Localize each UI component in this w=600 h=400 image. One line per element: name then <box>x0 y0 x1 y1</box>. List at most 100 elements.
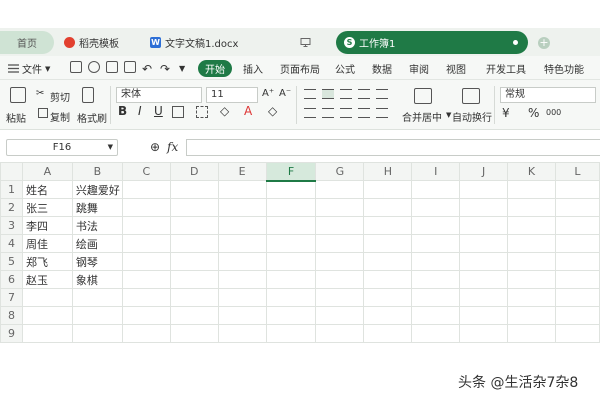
print-preview-icon[interactable] <box>88 61 100 73</box>
cell[interactable] <box>315 288 365 307</box>
menu-developer[interactable]: 开发工具 <box>486 60 526 77</box>
menu-special[interactable]: 特色功能 <box>544 60 584 77</box>
cell[interactable] <box>554 270 600 289</box>
cell-b[interactable]: 兴趣爱好 <box>71 180 123 199</box>
cell[interactable] <box>411 252 461 271</box>
row-header[interactable]: 7 <box>0 288 23 307</box>
percent-button[interactable]: % <box>528 106 539 120</box>
export-icon[interactable] <box>124 61 136 73</box>
cell-b[interactable] <box>71 324 123 343</box>
cell-a[interactable] <box>21 288 73 307</box>
align-top-icon[interactable] <box>304 89 316 99</box>
cell-a[interactable]: 赵玉 <box>21 270 73 289</box>
column-header-g[interactable]: G <box>315 162 365 181</box>
column-header-e[interactable]: E <box>217 162 267 181</box>
cell[interactable] <box>459 216 509 235</box>
cell[interactable] <box>554 180 600 199</box>
row-header[interactable]: 8 <box>0 306 23 325</box>
merge-center-button[interactable]: 合并居中 <box>402 109 442 124</box>
cell[interactable] <box>507 180 556 199</box>
scissors-icon[interactable]: ✂ <box>36 88 44 99</box>
fill-pattern-icon[interactable] <box>196 106 208 118</box>
cell[interactable] <box>315 270 365 289</box>
cell[interactable] <box>169 180 219 199</box>
cell[interactable] <box>363 234 413 253</box>
tab-screen[interactable] <box>300 31 314 54</box>
quick-access-dropdown-icon[interactable]: ▼ <box>179 60 185 77</box>
cut-button[interactable]: 剪切 <box>50 89 70 104</box>
cell-a[interactable]: 张三 <box>21 198 73 217</box>
cell[interactable] <box>121 252 171 271</box>
indent-increase-icon[interactable] <box>376 89 388 99</box>
cell-b[interactable] <box>71 306 123 325</box>
column-header-f[interactable]: F <box>265 162 317 182</box>
cell[interactable] <box>265 198 317 217</box>
cell-b[interactable] <box>71 288 123 307</box>
wrap-text-button[interactable]: 自动换行 <box>452 109 492 124</box>
formula-input[interactable] <box>186 139 600 156</box>
cell-a[interactable]: 李四 <box>21 216 73 235</box>
cell-a[interactable] <box>21 306 73 325</box>
align-left-icon[interactable] <box>304 108 316 118</box>
column-header-k[interactable]: K <box>507 162 556 181</box>
cell[interactable] <box>315 324 365 343</box>
cell[interactable] <box>217 288 267 307</box>
cell[interactable] <box>217 324 267 343</box>
cell[interactable] <box>169 252 219 271</box>
cell[interactable] <box>217 216 267 235</box>
merge-cells-icon[interactable] <box>414 88 432 104</box>
cell-a[interactable]: 姓名 <box>21 180 73 199</box>
row-header[interactable]: 9 <box>0 324 23 343</box>
cell[interactable] <box>265 306 317 325</box>
format-painter-button[interactable]: 格式刷 <box>77 110 107 125</box>
brush-icon[interactable] <box>82 87 94 103</box>
fill-color-icon[interactable]: ◇ <box>220 104 229 118</box>
menu-formulas[interactable]: 公式 <box>335 60 355 77</box>
paste-icon[interactable] <box>10 87 26 103</box>
cell[interactable] <box>121 216 171 235</box>
print-icon[interactable] <box>106 61 118 73</box>
cell[interactable] <box>265 180 317 199</box>
cell-a[interactable] <box>21 324 73 343</box>
shrink-font-button[interactable]: A⁻ <box>279 88 291 99</box>
justify-icon[interactable] <box>358 108 370 118</box>
cell[interactable] <box>363 306 413 325</box>
cell[interactable] <box>121 270 171 289</box>
cell[interactable] <box>121 288 171 307</box>
cell[interactable] <box>315 234 365 253</box>
indent-decrease-icon[interactable] <box>358 89 370 99</box>
cell[interactable] <box>554 324 600 343</box>
cell[interactable] <box>169 288 219 307</box>
italic-button[interactable]: I <box>138 104 142 118</box>
column-header-d[interactable]: D <box>169 162 219 181</box>
menu-view[interactable]: 视图 <box>446 60 466 77</box>
column-header-h[interactable]: H <box>363 162 413 181</box>
cell[interactable] <box>217 270 267 289</box>
cell[interactable] <box>315 252 365 271</box>
merge-dropdown-icon[interactable]: ▼ <box>446 111 451 119</box>
eraser-icon[interactable]: ◇ <box>268 104 277 118</box>
cell[interactable] <box>507 306 556 325</box>
cell[interactable] <box>363 216 413 235</box>
name-box[interactable]: F16 ▼ <box>6 139 118 156</box>
menu-home[interactable]: 开始 <box>198 60 232 77</box>
currency-button[interactable]: ¥ <box>502 106 510 120</box>
row-header[interactable]: 1 <box>0 180 23 199</box>
distributed-icon[interactable] <box>376 108 388 118</box>
column-header-b[interactable]: B <box>71 162 123 181</box>
number-format-select[interactable]: 常规 <box>500 87 596 103</box>
cell[interactable] <box>554 288 600 307</box>
cell[interactable] <box>315 306 365 325</box>
cell[interactable] <box>169 270 219 289</box>
cell[interactable] <box>459 270 509 289</box>
row-header[interactable]: 3 <box>0 216 23 235</box>
font-name-select[interactable]: 宋体 <box>116 87 202 103</box>
align-middle-icon[interactable] <box>322 89 334 99</box>
menu-review[interactable]: 审阅 <box>409 60 429 77</box>
cell[interactable] <box>265 216 317 235</box>
save-icon[interactable] <box>70 61 82 73</box>
cell[interactable] <box>507 234 556 253</box>
cell[interactable] <box>411 180 461 199</box>
cell[interactable] <box>363 270 413 289</box>
cell[interactable] <box>121 306 171 325</box>
